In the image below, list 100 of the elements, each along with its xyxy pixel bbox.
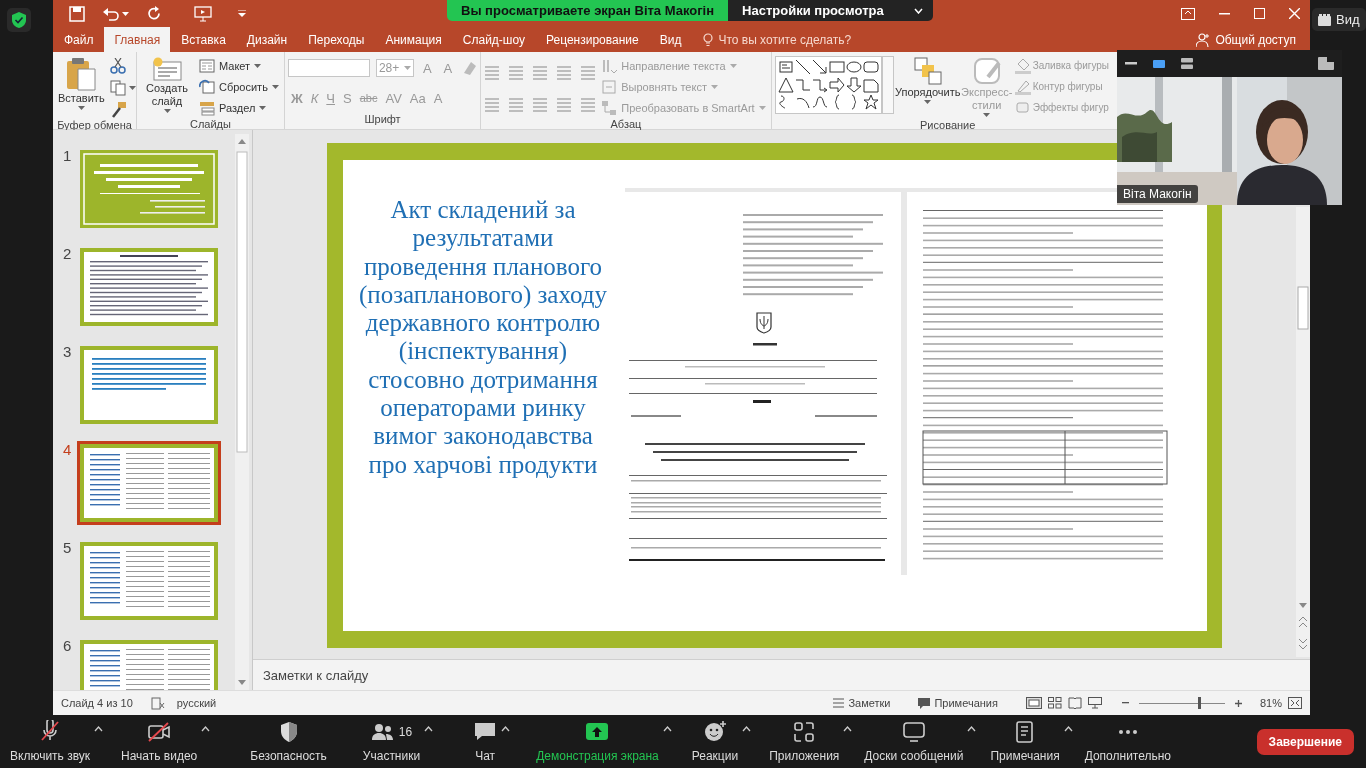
chevron-up-icon[interactable] bbox=[1063, 726, 1073, 732]
ribbon-command[interactable]: Макет bbox=[197, 56, 281, 75]
undo-icon[interactable] bbox=[103, 6, 119, 21]
pop-out-icon[interactable] bbox=[1318, 57, 1334, 70]
copy-icon[interactable] bbox=[109, 80, 126, 96]
more-icon bbox=[1118, 730, 1137, 734]
ribbon-command[interactable]: Раздел bbox=[197, 98, 281, 117]
shape-icon[interactable] bbox=[811, 94, 828, 111]
zoom-level[interactable]: 81% bbox=[1259, 697, 1282, 709]
shapes-gallery[interactable] bbox=[774, 56, 882, 114]
chevron-up-icon[interactable] bbox=[201, 726, 211, 732]
toolbar-button[interactable]: Реакции bbox=[689, 716, 741, 767]
fit-slide-icon[interactable] bbox=[1288, 697, 1302, 709]
toolbar-button[interactable]: Дополнительно bbox=[1082, 716, 1174, 767]
shape-icon[interactable] bbox=[811, 76, 828, 93]
ribbon-tab[interactable]: Вид bbox=[648, 27, 692, 52]
chevron-up-icon[interactable] bbox=[94, 726, 104, 732]
maximize-icon[interactable] bbox=[1254, 8, 1265, 19]
customize-icon[interactable] bbox=[238, 9, 246, 18]
redo-icon[interactable] bbox=[147, 6, 162, 21]
ribbon-button[interactable]: Упорядочить bbox=[896, 56, 959, 105]
chevron-up-icon[interactable] bbox=[424, 726, 434, 732]
ribbon-tab[interactable]: Переходы bbox=[297, 27, 375, 52]
speaker-view-icon[interactable] bbox=[1153, 59, 1165, 68]
save-icon[interactable] bbox=[69, 5, 85, 22]
shape-icon[interactable] bbox=[845, 76, 862, 93]
shape-icon[interactable] bbox=[862, 94, 879, 111]
ribbon-tab[interactable]: Главная bbox=[103, 27, 171, 52]
slide-thumbnail[interactable] bbox=[77, 539, 221, 623]
view-button[interactable]: Вид bbox=[1312, 8, 1366, 31]
ribbon-button[interactable]: Создать слайд bbox=[140, 56, 194, 114]
toolbar-button[interactable]: Включить звук bbox=[8, 716, 93, 767]
close-icon[interactable] bbox=[1289, 8, 1300, 19]
chevron-up-icon[interactable] bbox=[967, 726, 977, 732]
caret-icon bbox=[710, 84, 718, 89]
font-size-field[interactable]: 28+ bbox=[375, 59, 414, 77]
caret-icon bbox=[983, 113, 991, 117]
slideshow-icon[interactable] bbox=[1087, 697, 1102, 709]
arrange-icon bbox=[913, 57, 942, 85]
ribbon-button[interactable]: Вставить bbox=[56, 56, 107, 111]
presentation-icon[interactable] bbox=[194, 5, 212, 22]
format-painter-icon[interactable] bbox=[109, 102, 126, 118]
smiley-icon bbox=[702, 720, 727, 744]
chevron-up-icon[interactable] bbox=[843, 726, 853, 732]
end-button[interactable]: Завершение bbox=[1256, 728, 1354, 755]
scrollbar[interactable] bbox=[235, 134, 249, 690]
slide-thumbnail[interactable] bbox=[77, 245, 221, 329]
zoom-slider[interactable] bbox=[1198, 697, 1202, 709]
ribbon-tab[interactable]: Файл bbox=[53, 27, 104, 52]
whiteboard-icon bbox=[901, 720, 926, 744]
shape-icon[interactable] bbox=[862, 76, 879, 93]
shape-icon[interactable] bbox=[845, 59, 862, 75]
notes-field[interactable]: Заметки к слайду bbox=[253, 659, 1310, 690]
comments-button[interactable]: Примечания bbox=[918, 697, 998, 709]
ribbon-command[interactable]: Сбросить bbox=[197, 77, 281, 96]
view-settings-button[interactable]: Настройки просмотра bbox=[728, 0, 933, 21]
chevron-up-icon[interactable] bbox=[501, 726, 511, 732]
chevron-up-icon[interactable] bbox=[742, 726, 752, 732]
zoom-in-icon[interactable] bbox=[1234, 699, 1242, 707]
group-label: Слайды bbox=[188, 117, 232, 132]
ribbon-tab[interactable]: Слайд-шоу bbox=[451, 27, 535, 52]
toolbar-button[interactable]: Безопасность bbox=[248, 716, 329, 767]
decrease-indent-icon bbox=[532, 64, 549, 80]
shape-icon[interactable] bbox=[794, 59, 811, 75]
format-button[interactable]: Ч bbox=[323, 90, 338, 106]
scrollbar[interactable] bbox=[1296, 207, 1310, 657]
slide-thumbnail[interactable] bbox=[77, 441, 221, 525]
normal-view-icon[interactable] bbox=[1025, 697, 1042, 709]
chevron-up-icon[interactable] bbox=[662, 726, 672, 732]
shape-icon[interactable] bbox=[862, 59, 879, 75]
ribbon-tab[interactable]: Рецензирование bbox=[535, 27, 649, 52]
toolbar-button[interactable]: 16 Участники bbox=[360, 716, 423, 767]
slide-thumbnail[interactable] bbox=[77, 147, 221, 231]
toolbar-button[interactable]: Доски сообщений bbox=[862, 716, 966, 767]
video-camera-off-icon bbox=[147, 720, 172, 744]
minimize-icon[interactable] bbox=[1125, 62, 1137, 65]
toolbar-button[interactable]: Приложения bbox=[767, 716, 842, 767]
spelling-icon[interactable] bbox=[150, 696, 165, 710]
share-button[interactable]: Общий доступ bbox=[1196, 27, 1296, 52]
slide-sorter-icon[interactable] bbox=[1047, 697, 1062, 709]
toolbar-button[interactable]: Чат bbox=[471, 716, 500, 767]
tell-me-field[interactable]: Что вы хотите сделать? bbox=[703, 27, 852, 52]
gallery-view-icon[interactable] bbox=[1181, 58, 1193, 69]
ribbon-tab[interactable]: Анимация bbox=[374, 27, 452, 52]
toolbar-button[interactable]: Демонстрация экрана bbox=[534, 716, 661, 767]
notes-button[interactable]: Заметки bbox=[833, 697, 891, 709]
ribbon-tab[interactable]: Дизайн bbox=[235, 27, 298, 52]
shape-icon[interactable] bbox=[828, 76, 845, 93]
minimize-icon[interactable] bbox=[1219, 12, 1230, 15]
slide-thumbnail[interactable] bbox=[77, 343, 221, 427]
font-name-field[interactable] bbox=[287, 59, 370, 77]
justify-icon bbox=[556, 96, 573, 112]
toolbar-button[interactable]: Примечания bbox=[988, 716, 1062, 767]
language-label[interactable]: русский bbox=[176, 697, 217, 709]
shape-icon[interactable] bbox=[777, 76, 794, 93]
scissors-icon[interactable] bbox=[109, 58, 126, 74]
ribbon-display-icon[interactable] bbox=[1181, 7, 1195, 20]
toolbar-button[interactable]: Начать видео bbox=[119, 716, 200, 767]
shape-icon[interactable] bbox=[811, 59, 828, 75]
ribbon-tab[interactable]: Вставка bbox=[170, 27, 236, 52]
